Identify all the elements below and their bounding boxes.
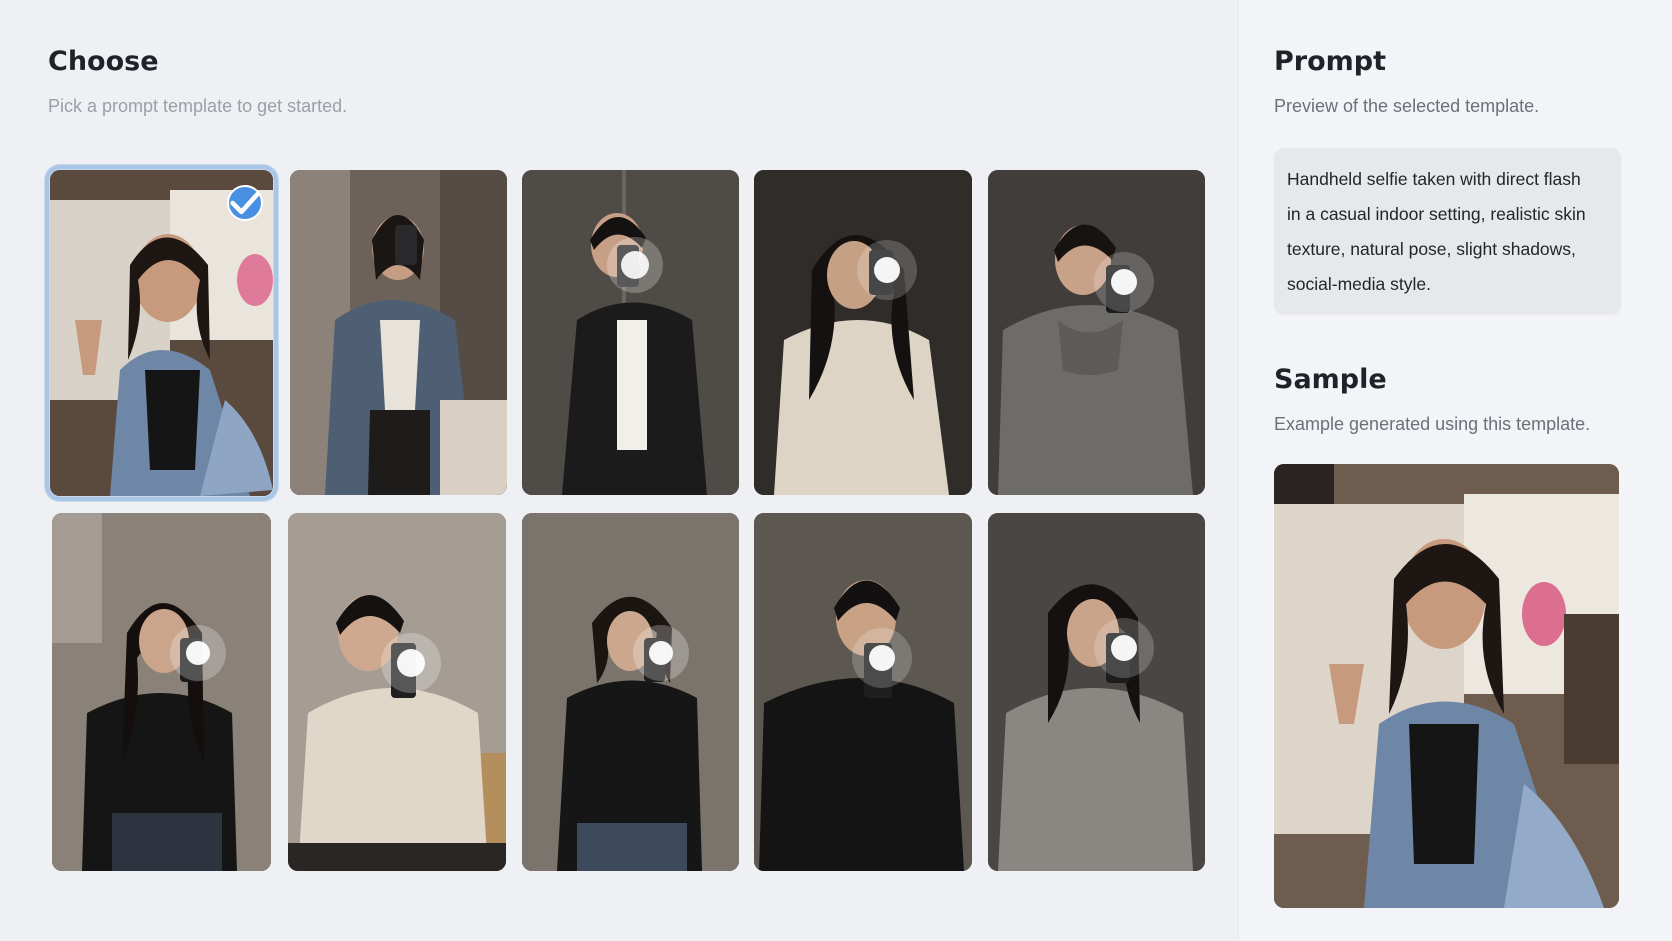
prompt-subtitle: Preview of the selected template.: [1274, 96, 1540, 116]
prompt-line: texture, natural pose, slight shadows,: [1287, 239, 1576, 259]
template-thumbnail: [754, 170, 972, 495]
choose-subtitle: Pick a prompt template to get started.: [48, 96, 348, 116]
template-card-3[interactable]: [522, 170, 739, 495]
template-card-4[interactable]: [754, 170, 972, 495]
template-thumbnail: [522, 513, 739, 871]
preview-panel: Prompt Preview of the selected template.…: [1238, 0, 1672, 941]
prompt-preview-box: Handheld selfie taken with direct flash …: [1274, 148, 1621, 314]
prompt-title: Prompt: [1274, 46, 1387, 77]
prompt-line: in a casual indoor setting, realistic sk…: [1287, 204, 1586, 224]
template-thumbnail: [988, 170, 1205, 495]
sample-title: Sample: [1274, 364, 1387, 395]
template-thumbnail: [288, 513, 506, 871]
choose-title: Choose: [48, 46, 159, 77]
template-card-7[interactable]: [288, 513, 506, 871]
sample-image: [1274, 464, 1619, 908]
prompt-line: social-media style.: [1287, 274, 1431, 294]
template-card-1[interactable]: [45, 165, 278, 501]
prompt-line: Handheld selfie taken with direct flash: [1287, 169, 1581, 189]
template-thumbnail: [522, 170, 739, 495]
sample-photo: [1274, 464, 1619, 908]
sample-subtitle: Example generated using this template.: [1274, 414, 1591, 434]
template-card-6[interactable]: [52, 513, 271, 871]
template-card-8[interactable]: [522, 513, 739, 871]
template-card-2[interactable]: [290, 170, 507, 495]
selected-check-badge: [227, 185, 263, 221]
template-card-10[interactable]: [988, 513, 1205, 871]
template-card-9[interactable]: [754, 513, 972, 871]
template-thumbnail: [988, 513, 1205, 871]
template-thumbnail: [754, 513, 972, 871]
template-card-5[interactable]: [988, 170, 1205, 495]
template-thumbnail: [52, 513, 271, 871]
template-thumbnail: [290, 170, 507, 495]
template-chooser-panel: Choose Pick a prompt template to get sta…: [0, 0, 1238, 941]
checkmark-icon: [230, 191, 260, 215]
